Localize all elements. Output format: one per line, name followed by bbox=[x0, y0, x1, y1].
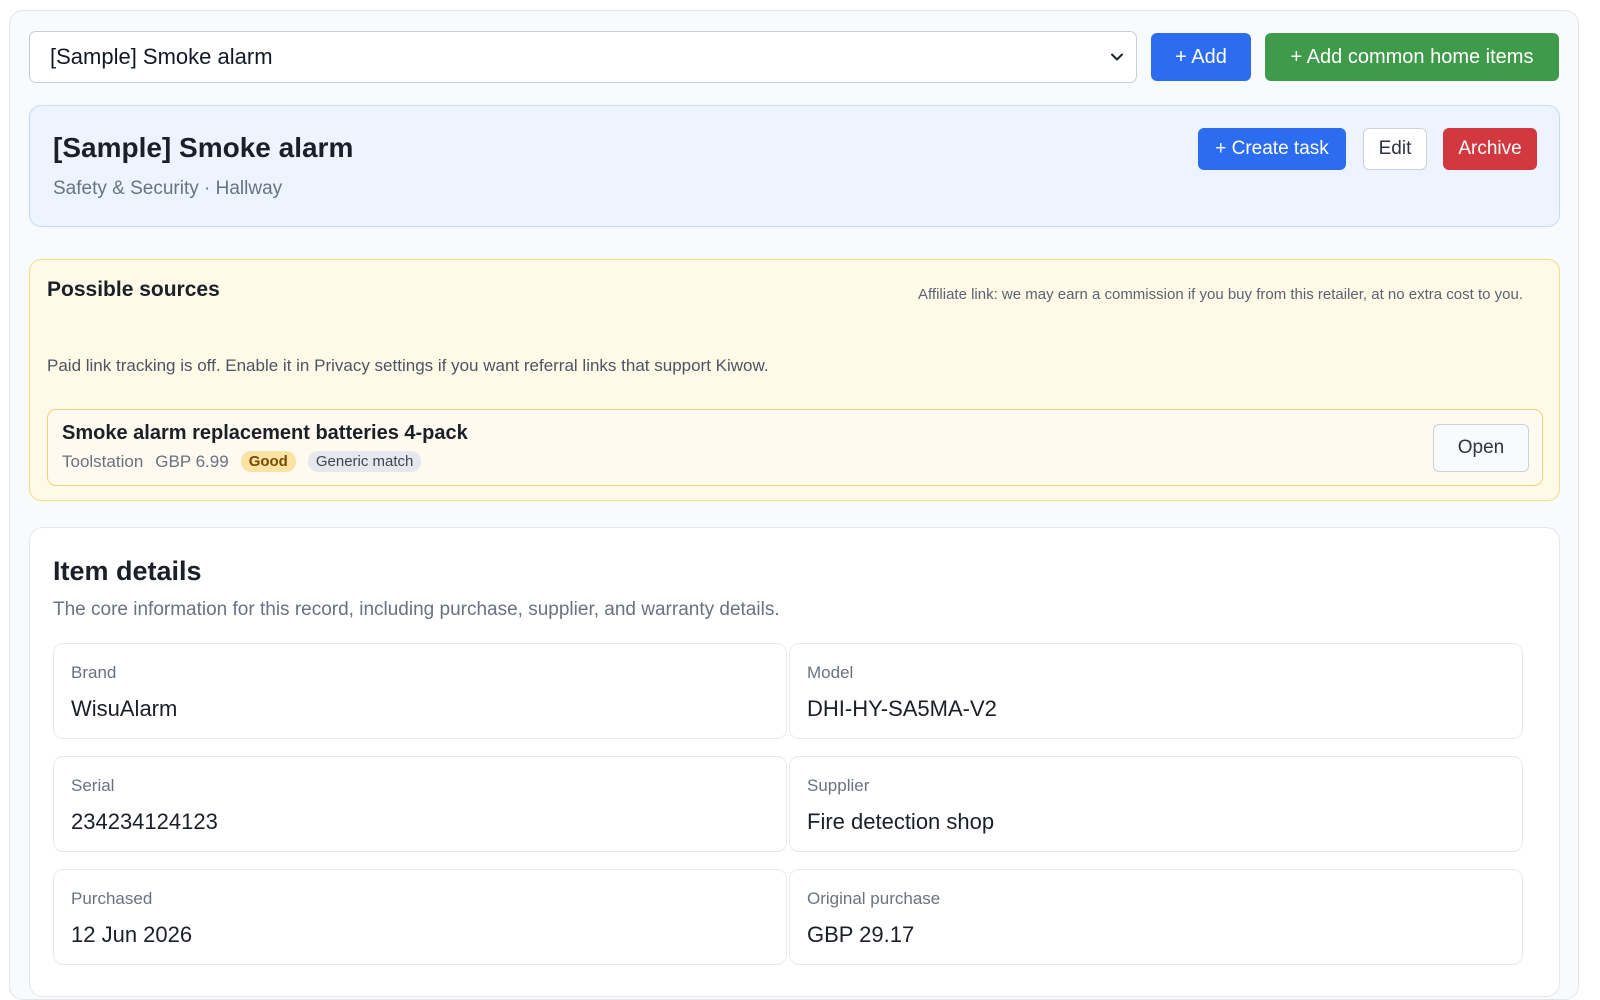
source-meta: Toolstation GBP 6.99 Good Generic match bbox=[62, 451, 422, 472]
source-price: GBP 6.99 bbox=[155, 451, 229, 471]
item-select-value: [Sample] Smoke alarm bbox=[50, 44, 273, 69]
field-purchased: Purchased 12 Jun 2026 bbox=[53, 869, 787, 965]
edit-button[interactable]: Edit bbox=[1363, 128, 1427, 170]
top-bar: [Sample] Smoke alarm + Add + Add common … bbox=[29, 31, 1560, 83]
item-details-card: Item details The core information for th… bbox=[29, 527, 1560, 997]
add-button[interactable]: + Add bbox=[1151, 33, 1251, 81]
item-select[interactable]: [Sample] Smoke alarm bbox=[29, 31, 1137, 83]
field-model: Model DHI-HY-SA5MA-V2 bbox=[789, 643, 1523, 739]
field-label: Brand bbox=[71, 663, 117, 682]
field-label: Supplier bbox=[807, 776, 870, 795]
source-item: Smoke alarm replacement batteries 4-pack… bbox=[47, 409, 1543, 486]
field-label: Serial bbox=[71, 776, 115, 795]
source-name: Smoke alarm replacement batteries 4-pack bbox=[62, 422, 468, 444]
source-retailer: Toolstation bbox=[62, 451, 144, 471]
field-value: GBP 29.17 bbox=[807, 922, 915, 947]
details-title: Item details bbox=[53, 556, 202, 586]
field-label: Original purchase bbox=[807, 889, 941, 908]
tracking-note: Paid link tracking is off. Enable it in … bbox=[47, 356, 769, 375]
create-task-button[interactable]: + Create task bbox=[1198, 128, 1346, 170]
archive-button[interactable]: Archive bbox=[1443, 128, 1537, 170]
field-value: 234234124123 bbox=[71, 809, 218, 834]
field-original-purchase: Original purchase GBP 29.17 bbox=[789, 869, 1523, 965]
details-description: The core information for this record, in… bbox=[53, 599, 780, 620]
field-brand: Brand WisuAlarm bbox=[53, 643, 787, 739]
quality-badge: Good bbox=[240, 451, 296, 472]
open-source-button[interactable]: Open bbox=[1433, 424, 1529, 472]
field-label: Model bbox=[807, 663, 854, 682]
add-common-items-button[interactable]: + Add common home items bbox=[1265, 33, 1559, 81]
chevron-down-icon bbox=[1111, 53, 1123, 61]
affiliate-note: Affiliate link: we may earn a commission… bbox=[918, 286, 1523, 303]
item-subtitle: Safety & Security · Hallway bbox=[53, 178, 283, 199]
field-serial: Serial 234234124123 bbox=[53, 756, 787, 852]
field-value: DHI-HY-SA5MA-V2 bbox=[807, 696, 997, 721]
field-label: Purchased bbox=[71, 889, 153, 908]
match-badge: Generic match bbox=[307, 451, 422, 472]
field-supplier: Supplier Fire detection shop bbox=[789, 756, 1523, 852]
field-value: 12 Jun 2026 bbox=[71, 922, 193, 947]
item-header-card: [Sample] Smoke alarm Safety & Security ·… bbox=[29, 105, 1560, 227]
possible-sources-card: Possible sources Affiliate link: we may … bbox=[29, 259, 1560, 501]
sources-title: Possible sources bbox=[47, 278, 220, 301]
item-title: [Sample] Smoke alarm bbox=[53, 132, 354, 163]
field-value: WisuAlarm bbox=[71, 696, 178, 721]
field-value: Fire detection shop bbox=[807, 809, 995, 834]
